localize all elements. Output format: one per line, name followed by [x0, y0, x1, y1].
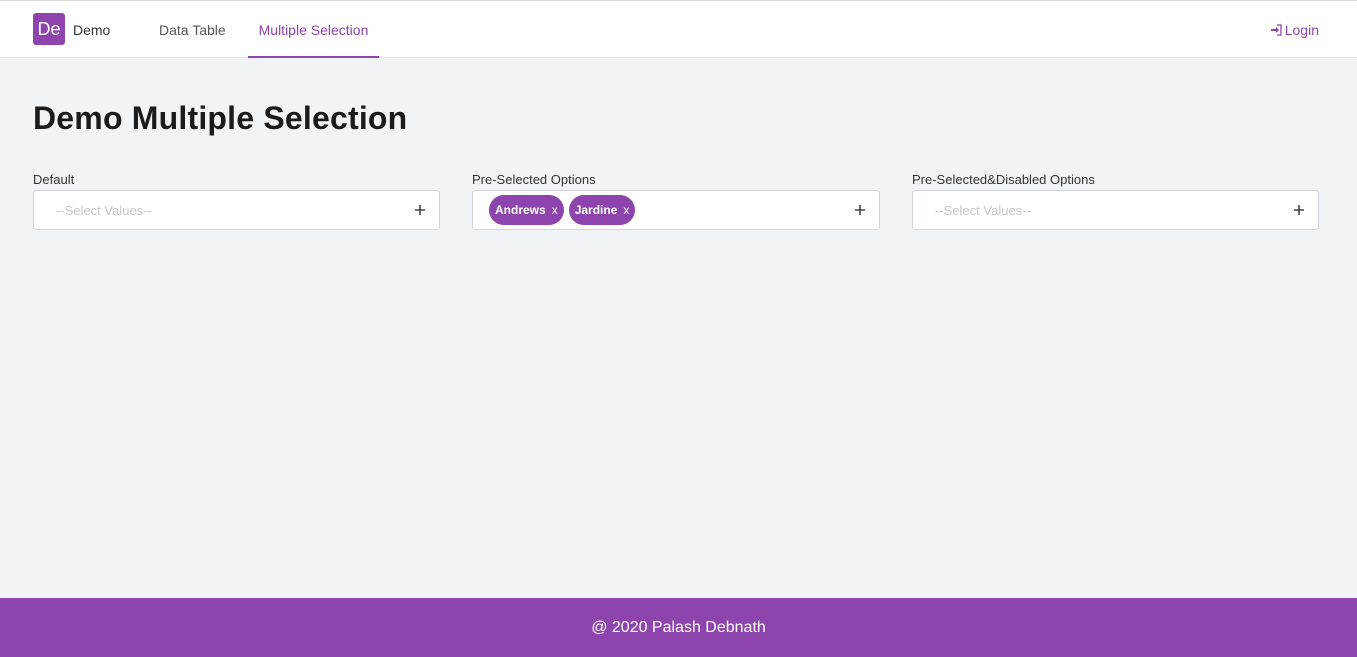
default-multiselect[interactable]: --Select Values-- [33, 190, 440, 230]
disabled-placeholder: --Select Values-- [935, 202, 1031, 218]
preselected-multiselect-field: Pre-Selected Options Andrews x Jardine x [472, 172, 880, 230]
nav-item-multiple-selection[interactable]: Multiple Selection [248, 1, 379, 58]
disabled-multiselect[interactable]: --Select Values-- [912, 190, 1319, 230]
nav-item-data-table[interactable]: Data Table [151, 1, 234, 58]
preselected-field-label: Pre-Selected Options [472, 172, 596, 187]
chip-andrews: Andrews x [489, 195, 564, 225]
top-navbar: De Demo Data Table Multiple Selection Lo… [0, 0, 1357, 58]
brand-name[interactable]: Demo [73, 22, 110, 38]
plus-icon[interactable] [413, 203, 427, 217]
login-label: Login [1284, 22, 1319, 38]
chip-label: Jardine [574, 203, 618, 217]
login-link[interactable]: Login [1270, 22, 1319, 38]
footer: @ 2020 Palash Debnath [0, 598, 1357, 657]
brand-logo[interactable]: De [33, 13, 65, 45]
disabled-field-label: Pre-Selected&Disabled Options [912, 172, 1095, 187]
chip-remove-icon[interactable]: x [623, 195, 629, 225]
chip-label: Andrews [495, 203, 546, 217]
chip-jardine: Jardine x [568, 195, 636, 225]
plus-icon[interactable] [1292, 203, 1306, 217]
default-field-label: Default [33, 172, 75, 187]
disabled-multiselect-field: Pre-Selected&Disabled Options --Select V… [912, 172, 1319, 230]
footer-text: @ 2020 Palash Debnath [591, 619, 766, 636]
chip-remove-icon[interactable]: x [552, 195, 558, 225]
default-placeholder: --Select Values-- [56, 202, 152, 218]
sign-in-icon [1270, 24, 1282, 36]
default-multiselect-field: Default --Select Values-- [33, 172, 440, 230]
preselected-multiselect[interactable]: Andrews x Jardine x [472, 190, 880, 230]
plus-icon[interactable] [853, 203, 867, 217]
page-title: Demo Multiple Selection [33, 100, 408, 136]
